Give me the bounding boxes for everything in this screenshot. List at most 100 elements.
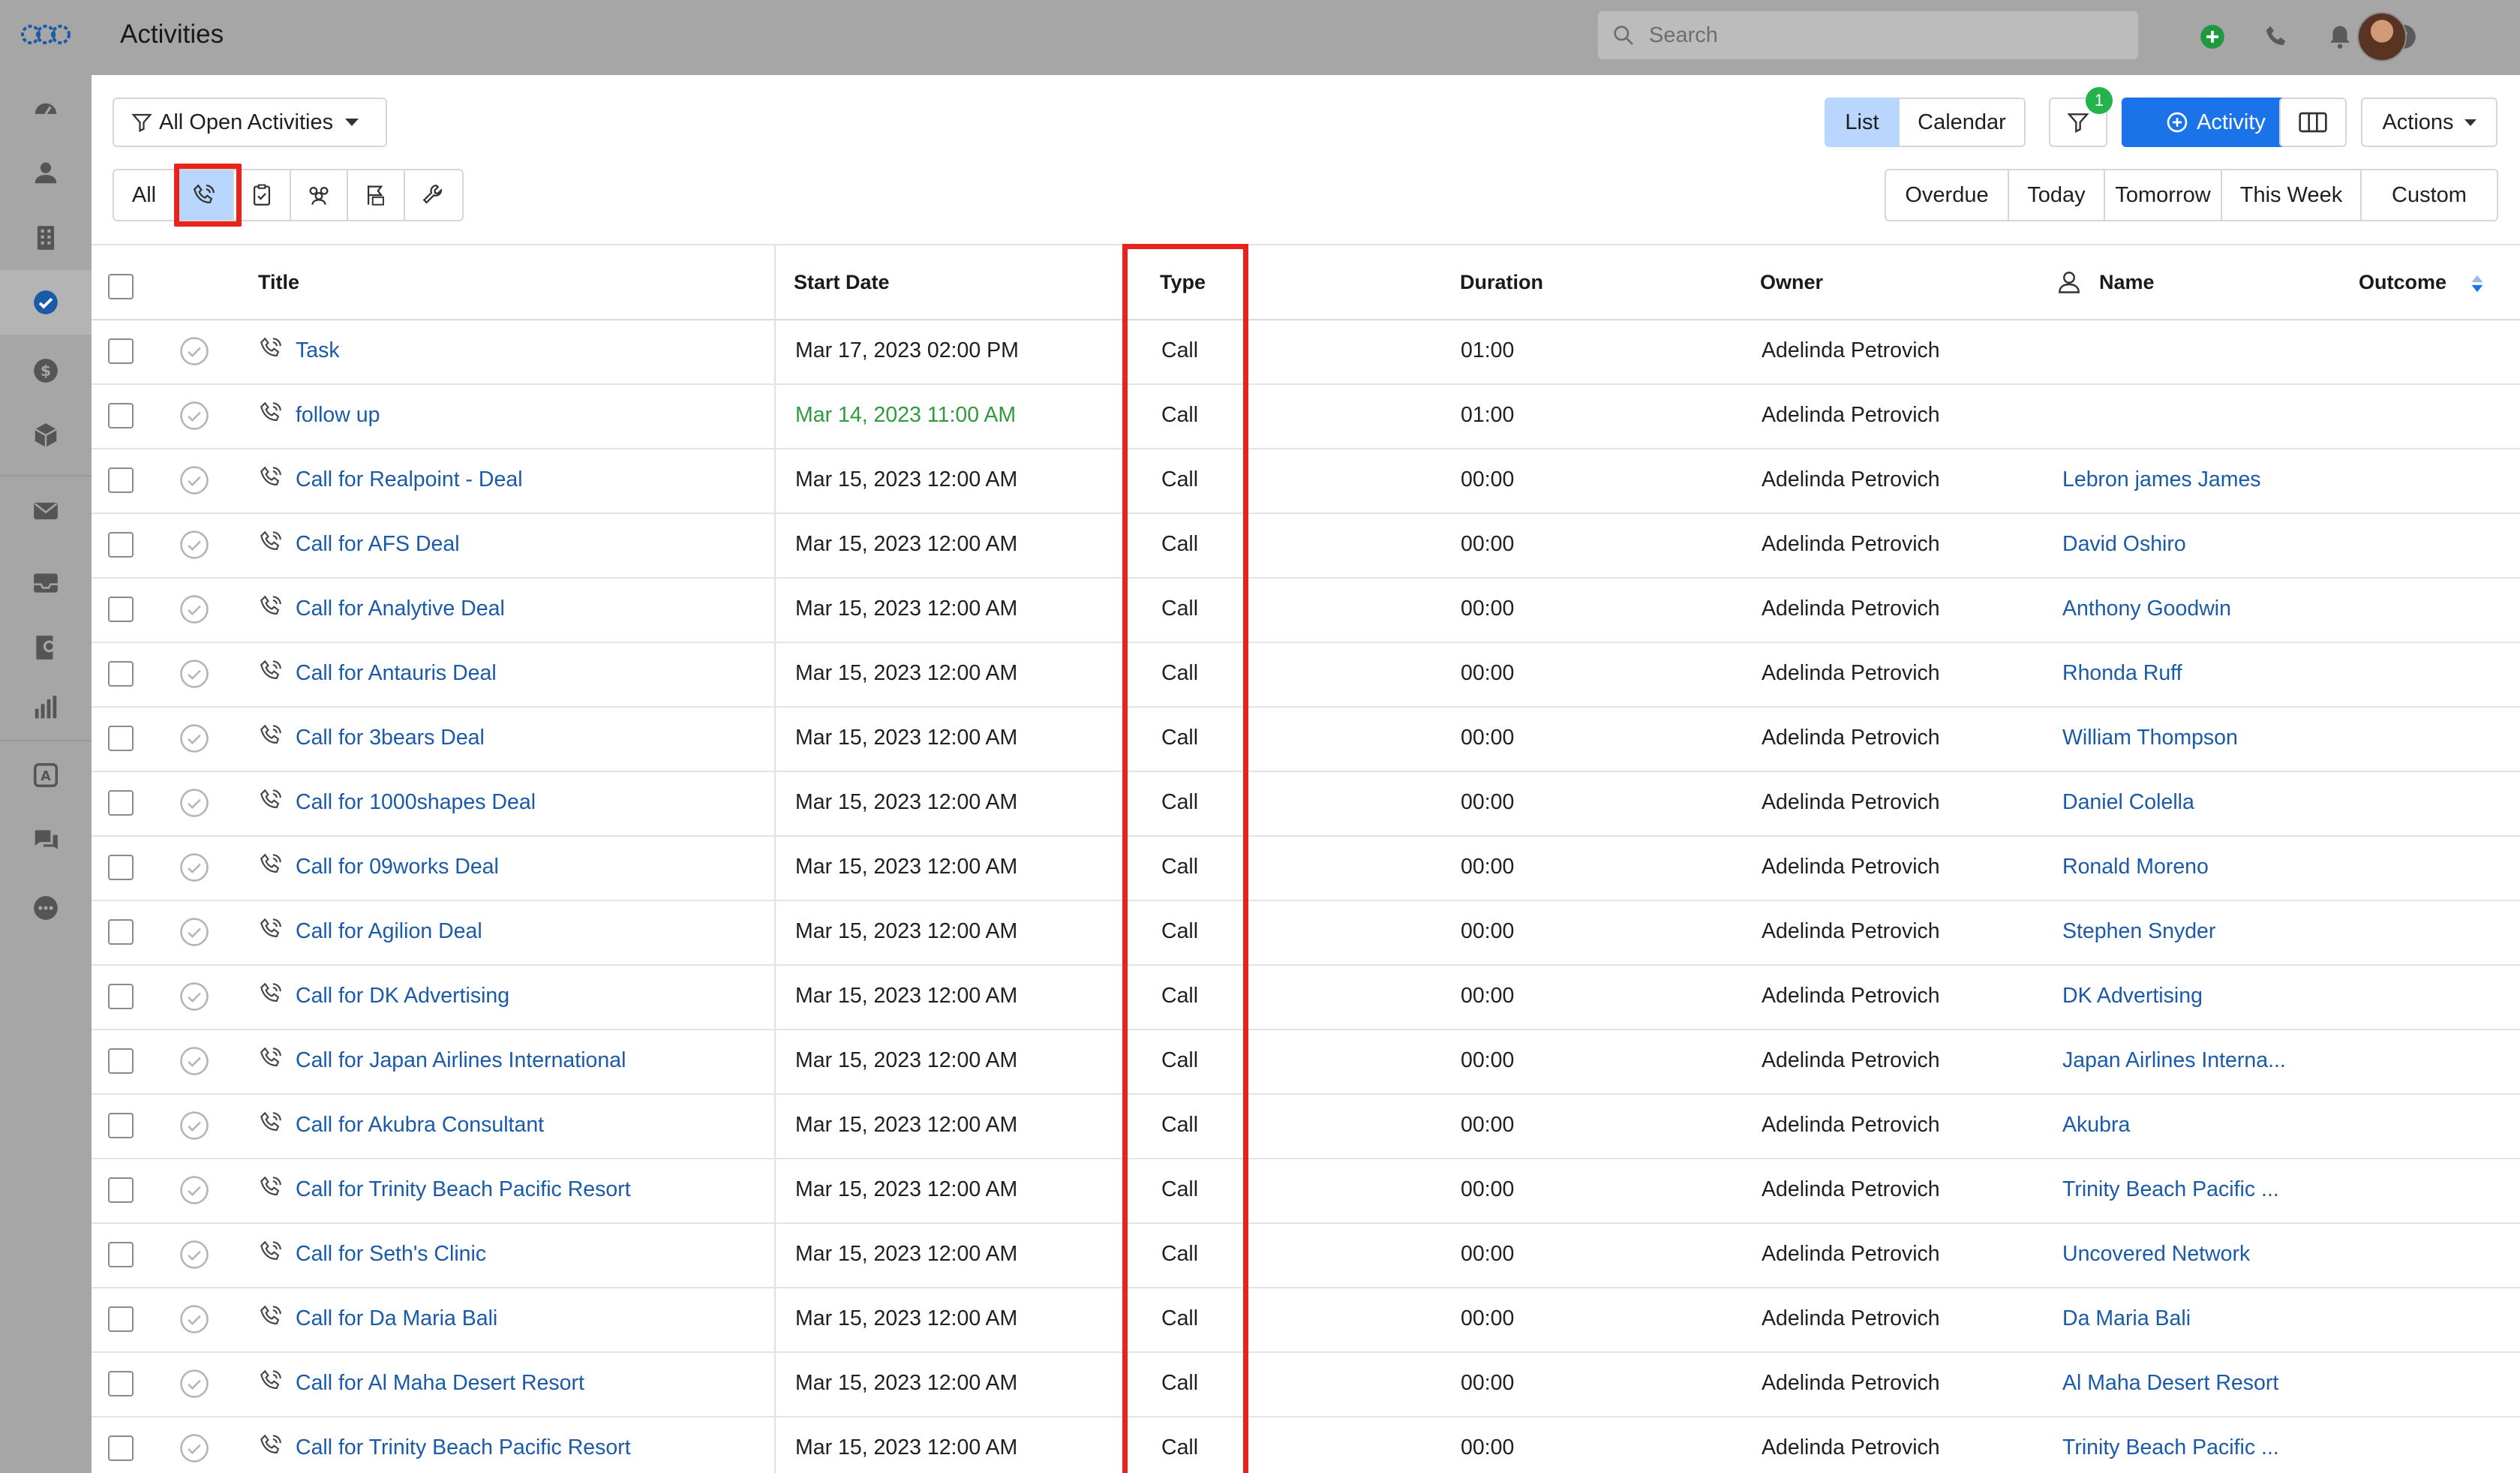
row-checkbox[interactable]	[108, 338, 134, 364]
sidebar-item-reports[interactable]	[0, 675, 92, 740]
related-name-link[interactable]: William Thompson	[2062, 726, 2238, 750]
related-name-link[interactable]: Trinity Beach Pacific ...	[2062, 1435, 2279, 1460]
type-filter-all[interactable]: All	[114, 170, 176, 220]
related-name-link[interactable]: Daniel Colella	[2062, 790, 2194, 815]
table-row[interactable]: Call for Antauris Deal Mar 15, 2023 12:0…	[92, 643, 2520, 708]
table-row[interactable]: Call for Al Maha Desert Resort Mar 15, 2…	[92, 1353, 2520, 1417]
mark-done-icon[interactable]	[179, 658, 210, 690]
related-name-link[interactable]: Ronald Moreno	[2062, 855, 2209, 879]
sidebar-item-dashboard[interactable]	[0, 76, 92, 140]
notifications-bell-icon[interactable]	[2326, 23, 2354, 51]
column-header-outcome[interactable]: Outcome	[2359, 271, 2446, 294]
table-row[interactable]: Call for Agilion Deal Mar 15, 2023 12:00…	[92, 901, 2520, 966]
type-filter-task[interactable]	[234, 170, 291, 220]
related-name-link[interactable]: Uncovered Network	[2062, 1242, 2250, 1267]
sidebar-item-chat[interactable]	[0, 807, 92, 872]
columns-toggle-button[interactable]	[2279, 98, 2347, 147]
table-row[interactable]: Call for 09works Deal Mar 15, 2023 12:00…	[92, 837, 2520, 901]
row-checkbox[interactable]	[108, 597, 134, 622]
row-checkbox[interactable]	[108, 984, 134, 1009]
type-filter-deadline[interactable]	[348, 170, 405, 220]
activity-title-link[interactable]: Call for Antauris Deal	[296, 661, 497, 686]
related-name-link[interactable]: Trinity Beach Pacific ...	[2062, 1177, 2279, 1202]
app-logo-icon[interactable]	[20, 21, 71, 48]
table-row[interactable]: Call for Analytive Deal Mar 15, 2023 12:…	[92, 579, 2520, 643]
sidebar-item-inbox[interactable]	[0, 551, 92, 615]
related-name-link[interactable]: Lebron james James	[2062, 467, 2261, 492]
mark-done-icon[interactable]	[179, 529, 210, 561]
date-filter-overdue[interactable]: Overdue	[1886, 170, 2009, 220]
column-header-title[interactable]: Title	[258, 271, 299, 294]
type-filter-meeting[interactable]	[291, 170, 348, 220]
table-row[interactable]: Call for 1000shapes Deal Mar 15, 2023 12…	[92, 772, 2520, 837]
row-checkbox[interactable]	[108, 467, 134, 493]
user-avatar[interactable]	[2357, 12, 2407, 62]
row-checkbox[interactable]	[108, 919, 134, 945]
mark-done-icon[interactable]	[179, 1303, 210, 1335]
related-name-link[interactable]: Japan Airlines Interna...	[2062, 1048, 2286, 1073]
table-row[interactable]: Call for 3bears Deal Mar 15, 2023 12:00 …	[92, 708, 2520, 772]
activity-title-link[interactable]: Call for 3bears Deal	[296, 726, 485, 750]
table-row[interactable]: Call for Akubra Consultant Mar 15, 2023 …	[92, 1095, 2520, 1159]
related-name-link[interactable]: David Oshiro	[2062, 532, 2186, 557]
mark-done-icon[interactable]	[179, 723, 210, 754]
row-checkbox[interactable]	[108, 855, 134, 880]
row-checkbox[interactable]	[108, 1371, 134, 1396]
mark-done-icon[interactable]	[179, 335, 210, 367]
sidebar-item-products[interactable]	[0, 403, 92, 467]
actions-dropdown[interactable]: Actions	[2361, 98, 2497, 147]
mark-done-icon[interactable]	[179, 787, 210, 819]
mark-done-icon[interactable]	[179, 916, 210, 948]
column-header-start-date[interactable]: Start Date	[794, 271, 890, 294]
mark-done-icon[interactable]	[179, 400, 210, 431]
activity-title-link[interactable]: Call for Seth's Clinic	[296, 1242, 486, 1267]
activity-title-link[interactable]: Call for Akubra Consultant	[296, 1113, 544, 1138]
search-input[interactable]: Search	[1598, 11, 2138, 59]
mark-done-icon[interactable]	[179, 852, 210, 883]
mark-done-icon[interactable]	[179, 1174, 210, 1206]
activity-title-link[interactable]: Call for 09works Deal	[296, 855, 499, 879]
activity-title-link[interactable]: Call for Realpoint - Deal	[296, 467, 523, 492]
table-row[interactable]: Call for Trinity Beach Pacific Resort Ma…	[92, 1417, 2520, 1473]
related-name-link[interactable]: Al Maha Desert Resort	[2062, 1371, 2278, 1396]
mark-done-icon[interactable]	[179, 1110, 210, 1141]
related-name-link[interactable]: Anthony Goodwin	[2062, 597, 2231, 621]
activity-title-link[interactable]: Task	[296, 338, 340, 363]
sidebar-item-companies[interactable]	[0, 206, 92, 270]
activity-title-link[interactable]: Call for Da Maria Bali	[296, 1306, 497, 1331]
calendar-view-button[interactable]: Calendar	[1900, 98, 2026, 147]
activity-title-link[interactable]: Call for Analytive Deal	[296, 597, 505, 621]
row-checkbox[interactable]	[108, 726, 134, 751]
sort-icon[interactable]	[2470, 274, 2485, 293]
mark-done-icon[interactable]	[179, 1239, 210, 1270]
phone-icon[interactable]	[2263, 23, 2291, 51]
activity-title-link[interactable]: Call for DK Advertising	[296, 984, 509, 1009]
sidebar-item-deals[interactable]: $	[0, 338, 92, 403]
sidebar-item-activities[interactable]	[0, 270, 92, 335]
table-row[interactable]: Call for DK Advertising Mar 15, 2023 12:…	[92, 966, 2520, 1030]
mark-done-icon[interactable]	[179, 1045, 210, 1077]
date-filter-tomorrow[interactable]: Tomorrow	[2105, 170, 2222, 220]
sidebar-item-more[interactable]	[0, 876, 92, 940]
mark-done-icon[interactable]	[179, 981, 210, 1012]
table-row[interactable]: Call for Da Maria Bali Mar 15, 2023 12:0…	[92, 1288, 2520, 1353]
related-name-link[interactable]: DK Advertising	[2062, 984, 2203, 1009]
table-row[interactable]: follow up Mar 14, 2023 11:00 AM Call 01:…	[92, 385, 2520, 449]
row-checkbox[interactable]	[108, 1177, 134, 1203]
column-header-duration[interactable]: Duration	[1460, 271, 1543, 294]
select-all-checkbox[interactable]	[108, 274, 134, 299]
row-checkbox[interactable]	[108, 1242, 134, 1267]
activity-title-link[interactable]: Call for Japan Airlines International	[296, 1048, 626, 1073]
activity-title-link[interactable]: follow up	[296, 403, 380, 428]
table-row[interactable]: Call for Seth's Clinic Mar 15, 2023 12:0…	[92, 1224, 2520, 1288]
row-checkbox[interactable]	[108, 1435, 134, 1461]
sidebar-item-contacts[interactable]	[0, 140, 92, 205]
column-header-name[interactable]: Name	[2099, 271, 2155, 294]
related-name-link[interactable]: Da Maria Bali	[2062, 1306, 2191, 1331]
add-circle-icon[interactable]	[2198, 23, 2227, 51]
related-name-link[interactable]: Stephen Snyder	[2062, 919, 2215, 944]
table-row[interactable]: Task Mar 17, 2023 02:00 PM Call 01:00 Ad…	[92, 320, 2520, 385]
row-checkbox[interactable]	[108, 1306, 134, 1332]
table-row[interactable]: Call for AFS Deal Mar 15, 2023 12:00 AM …	[92, 514, 2520, 579]
related-name-link[interactable]: Akubra	[2062, 1113, 2130, 1138]
